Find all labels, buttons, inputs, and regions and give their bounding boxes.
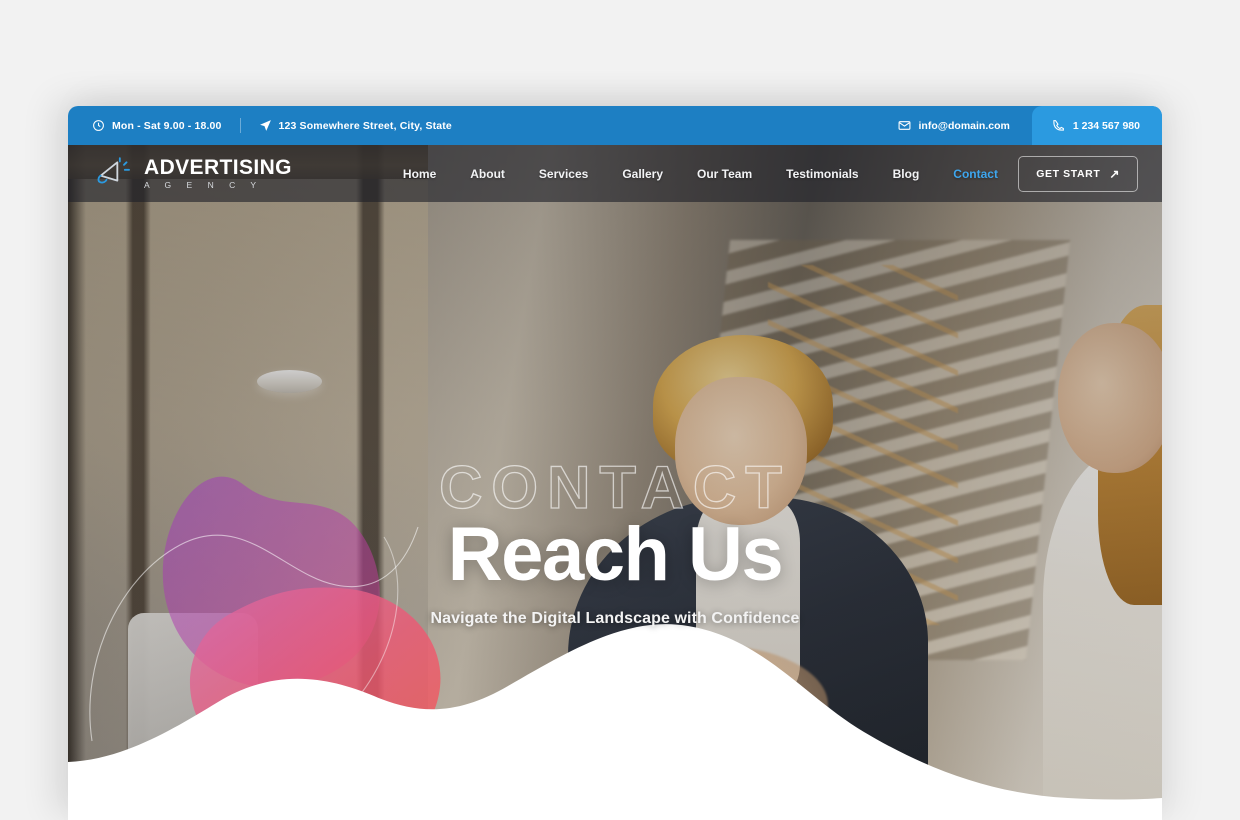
- nav-item-home[interactable]: Home: [386, 167, 453, 181]
- envelope-icon: [898, 119, 911, 132]
- business-hours: Mon - Sat 9.00 - 18.00: [92, 119, 240, 132]
- nav-item-about[interactable]: About: [453, 167, 522, 181]
- location-pin-icon: [259, 119, 272, 132]
- nav-item-our-team[interactable]: Our Team: [680, 167, 769, 181]
- main-navbar: ADVERTISING A G E N C Y Home About Servi…: [68, 145, 1162, 202]
- nav-item-blog[interactable]: Blog: [876, 167, 937, 181]
- hero-copy: CONTACT Reach Us Navigate the Digital La…: [68, 454, 1162, 628]
- get-start-label: GET START: [1036, 167, 1101, 180]
- email-link[interactable]: info@domain.com: [876, 106, 1032, 145]
- topbar-left-group: Mon - Sat 9.00 - 18.00 123 Somewhere Str…: [68, 106, 876, 145]
- hero-outline-title: CONTACT: [438, 454, 791, 521]
- nav-links: Home About Services Gallery Our Team Tes…: [386, 167, 1015, 181]
- logo-title: ADVERTISING: [144, 156, 292, 180]
- get-start-button[interactable]: GET START ↗: [1018, 155, 1138, 192]
- hero-section: ADVERTISING A G E N C Y Home About Servi…: [68, 145, 1162, 820]
- nav-item-testimonials[interactable]: Testimonials: [769, 167, 875, 181]
- business-hours-text: Mon - Sat 9.00 - 18.00: [112, 119, 222, 132]
- hero-subtitle: Navigate the Digital Landscape with Conf…: [430, 610, 800, 628]
- phone-icon: [1052, 119, 1065, 132]
- topbar-divider: [239, 118, 241, 133]
- phone-text: 1 234 567 980: [1072, 119, 1140, 132]
- megaphone-icon: [94, 156, 134, 191]
- nav-item-gallery[interactable]: Gallery: [605, 167, 680, 181]
- site-logo[interactable]: ADVERTISING A G E N C Y: [94, 156, 292, 191]
- arrow-up-right-icon: ↗: [1109, 166, 1120, 181]
- business-address: 123 Somewhere Street, City, State: [259, 119, 470, 132]
- browser-window: Mon - Sat 9.00 - 18.00 123 Somewhere Str…: [68, 106, 1162, 820]
- logo-subtitle: A G E N C Y: [144, 180, 263, 191]
- email-text: info@domain.com: [918, 119, 1010, 132]
- clock-icon: [92, 119, 105, 132]
- topbar-right-group: info@domain.com 1 234 567 980: [876, 106, 1162, 145]
- phone-link[interactable]: 1 234 567 980: [1031, 106, 1162, 145]
- hero-title: Reach Us: [447, 512, 784, 597]
- nav-item-contact[interactable]: Contact: [936, 167, 1015, 181]
- business-address-text: 123 Somewhere Street, City, State: [278, 119, 452, 132]
- top-info-bar: Mon - Sat 9.00 - 18.00 123 Somewhere Str…: [68, 106, 1162, 145]
- nav-item-services[interactable]: Services: [522, 167, 605, 181]
